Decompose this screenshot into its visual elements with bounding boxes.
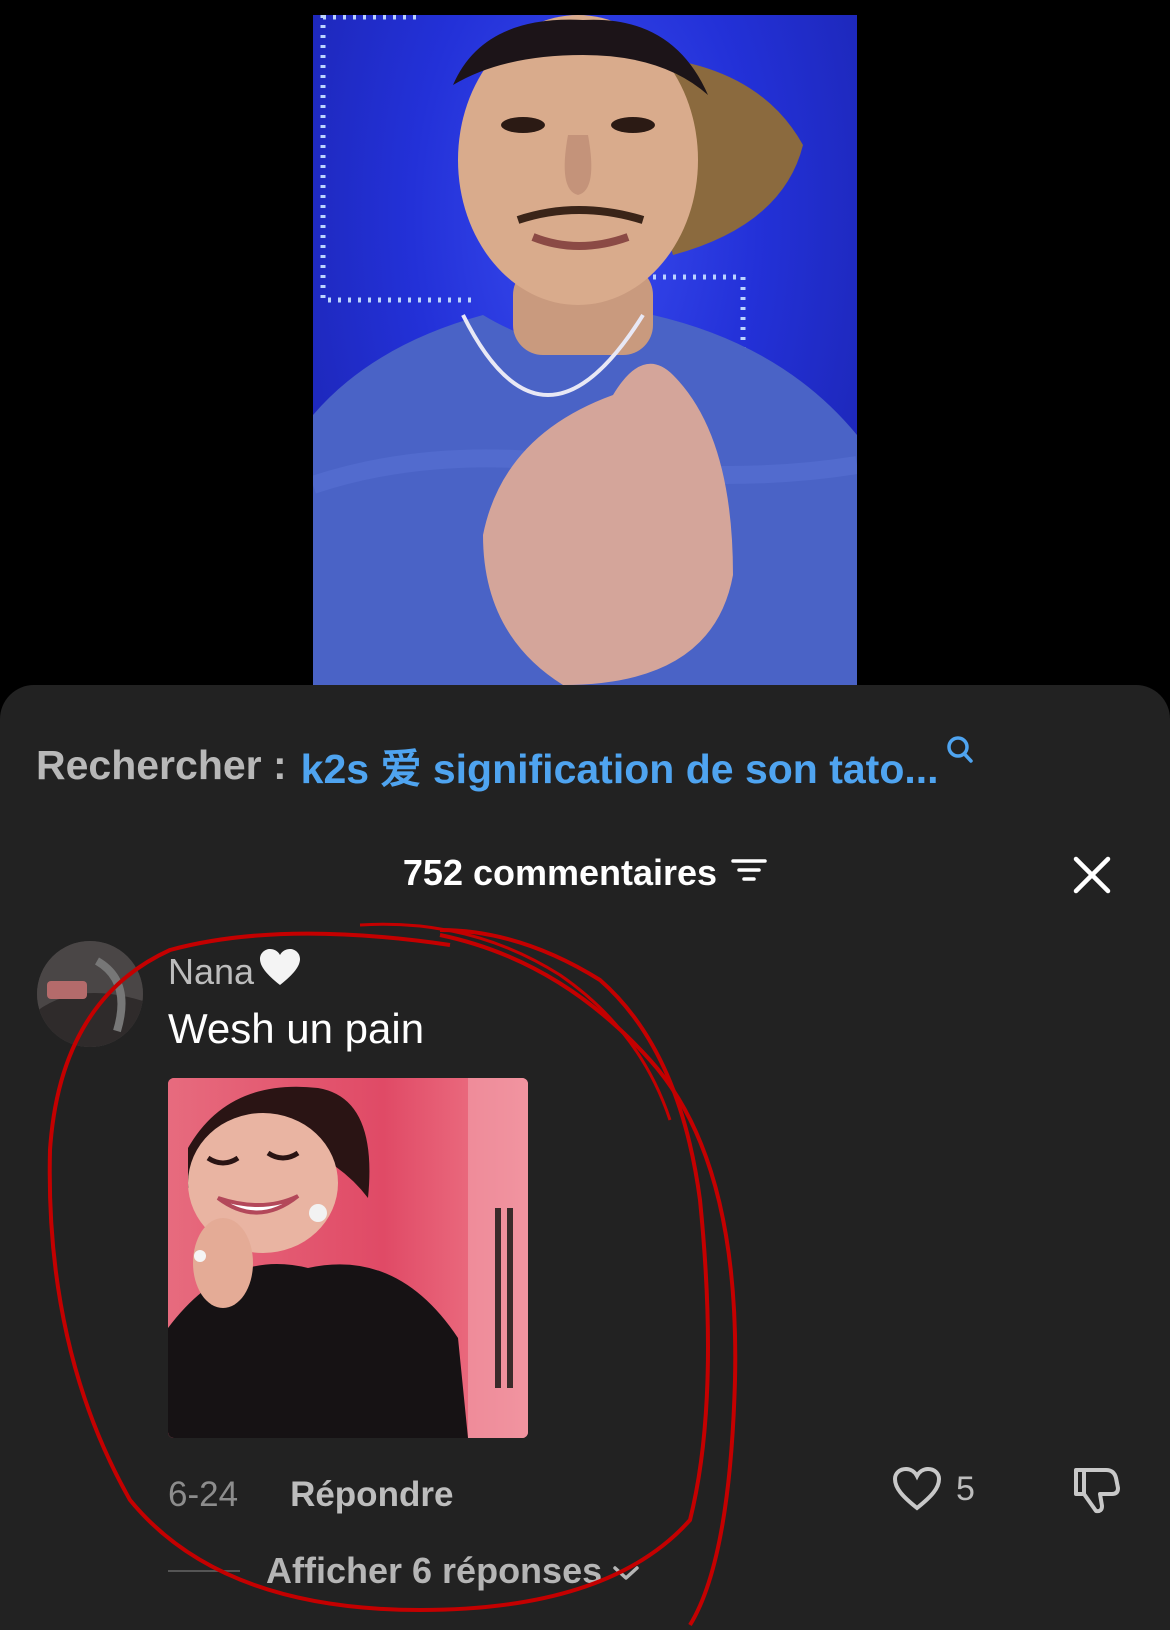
like-count: 5 — [956, 1469, 975, 1508]
heart-icon — [892, 1466, 942, 1511]
dislike-icon[interactable] — [1070, 1464, 1122, 1521]
comments-header: 752 commentaires — [0, 848, 1170, 898]
search-icon[interactable] — [945, 728, 975, 775]
replies-divider — [168, 1570, 240, 1572]
like-button[interactable]: 5 — [892, 1466, 975, 1512]
chevron-down-icon — [612, 1550, 640, 1592]
comment-date: 6-24 — [168, 1475, 239, 1514]
video-thumbnail — [313, 15, 857, 685]
search-query[interactable]: k2s 爱 signification de son tato... — [301, 735, 939, 795]
username-text: Nana — [168, 950, 255, 992]
filter-icon[interactable] — [731, 852, 767, 894]
search-suggestion[interactable]: Rechercher : k2s 爱 signification de son … — [36, 735, 975, 795]
white-heart-emoji — [258, 947, 302, 996]
search-prefix: Rechercher : — [36, 741, 287, 788]
reply-button[interactable]: Répondre — [290, 1475, 453, 1515]
video-frame[interactable] — [313, 15, 857, 685]
comment-image[interactable] — [168, 1078, 528, 1438]
avatar[interactable] — [37, 941, 143, 1047]
view-replies-label: Afficher 6 réponses — [266, 1550, 603, 1591]
comment-count: 752 commentaires — [402, 852, 718, 893]
view-replies-button[interactable]: Afficher 6 réponses — [168, 1546, 640, 1596]
comment-meta: 6-24 Répondre — [168, 1470, 453, 1520]
comments-sheet: Rechercher : k2s 爱 signification de son … — [0, 685, 1170, 1630]
comment-username[interactable]: Nana — [168, 947, 302, 996]
comment-text: Wesh un pain — [168, 1005, 425, 1052]
video-area[interactable] — [0, 0, 1170, 700]
close-icon[interactable] — [1072, 855, 1112, 900]
